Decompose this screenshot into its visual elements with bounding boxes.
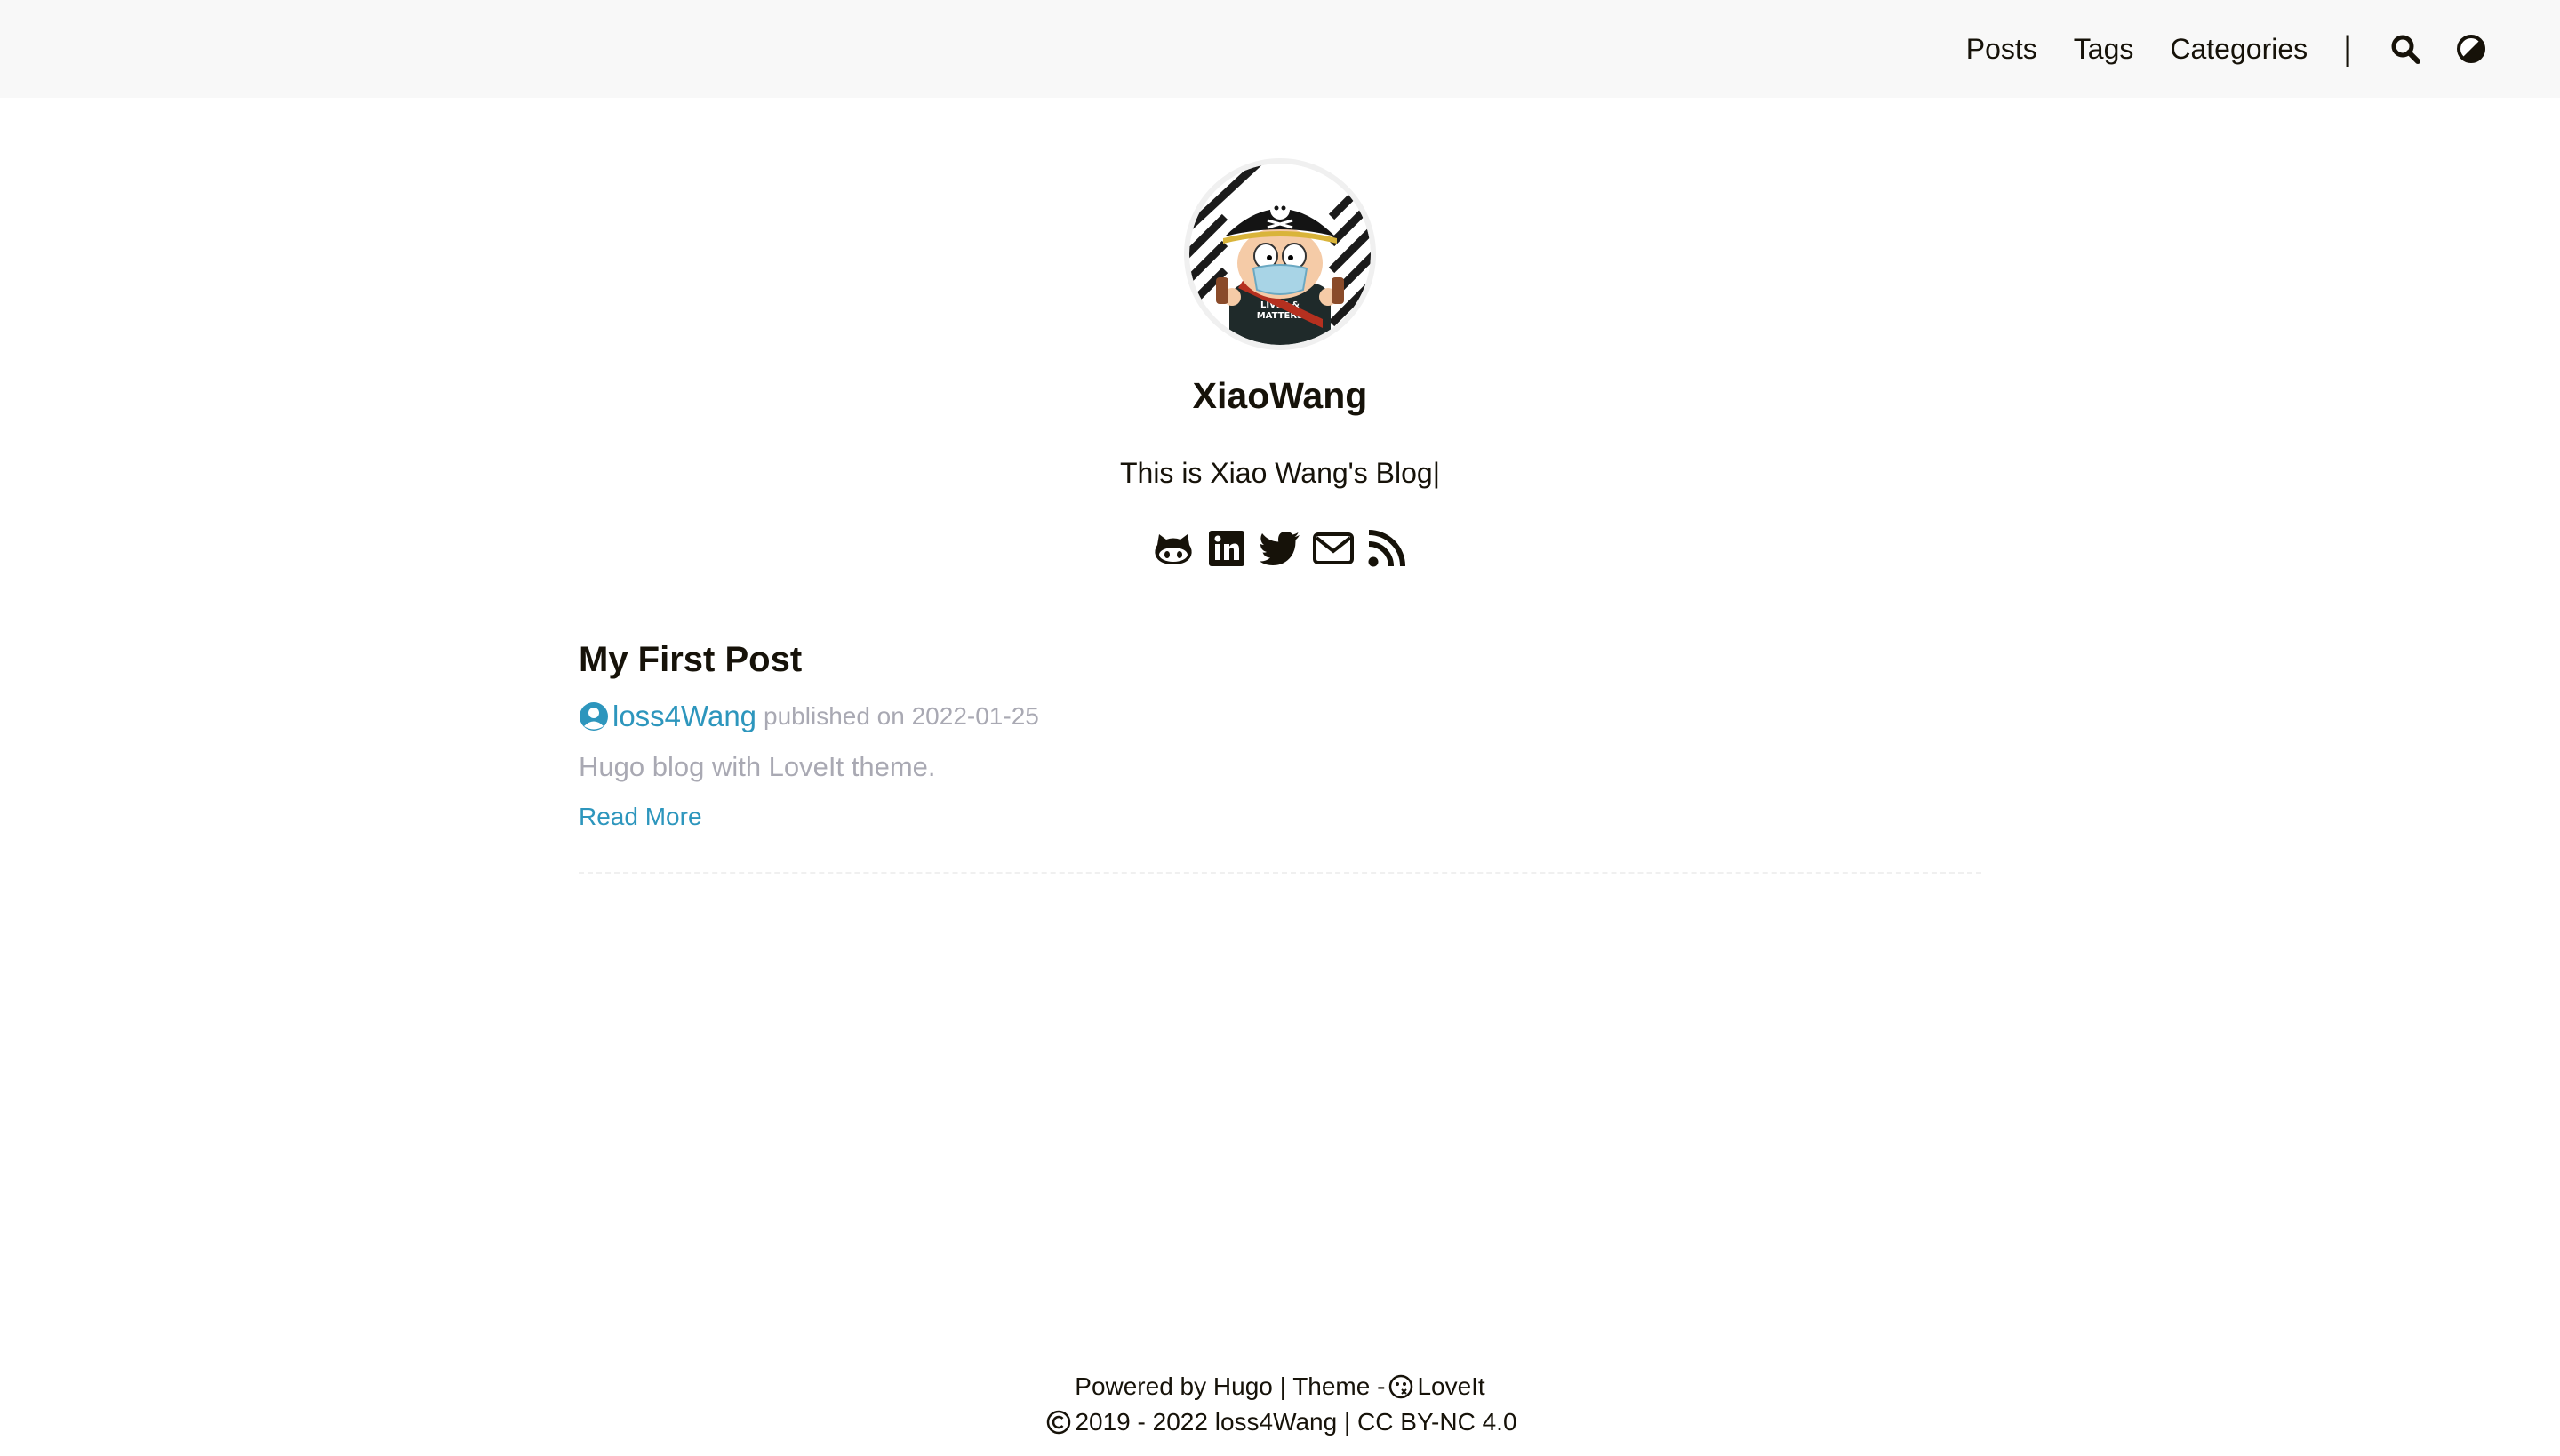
nav-separator: |: [2343, 29, 2352, 68]
copyright-icon: [1046, 1410, 1071, 1435]
site-subtitle: This is Xiao Wang's Blog|: [1119, 457, 1441, 489]
publish-date: published on 2022-01-25: [764, 702, 1039, 730]
theme-icon: [1388, 1374, 1413, 1399]
search-icon[interactable]: [2388, 31, 2423, 67]
theme-separator: | Theme -: [1279, 1372, 1386, 1400]
avatar-image: LIVES & MATTERS: [1189, 164, 1371, 345]
github-icon[interactable]: [1153, 528, 1194, 569]
site-header: Posts Tags Categories |: [0, 0, 2560, 98]
post-meta: loss4Wang published on 2022-01-25: [579, 700, 1981, 733]
footer-powered-line: Powered by Hugo | Theme - LoveIt: [0, 1369, 2560, 1404]
nav-posts[interactable]: Posts: [1966, 33, 2037, 66]
theme-link[interactable]: LoveIt: [1417, 1369, 1484, 1404]
email-icon[interactable]: [1313, 528, 1354, 569]
rss-icon[interactable]: [1366, 528, 1407, 569]
post-title[interactable]: My First Post: [579, 640, 802, 680]
footer-copyright-line: 2019 - 2022 loss4Wang | CC BY-NC 4.0: [0, 1404, 2560, 1440]
license-separator: |: [1343, 1408, 1351, 1436]
avatar[interactable]: LIVES & MATTERS: [1184, 158, 1376, 350]
site-title: XiaoWang: [1192, 375, 1368, 416]
twitter-icon[interactable]: [1260, 528, 1300, 569]
user-circle-icon: [579, 701, 609, 732]
main-nav: Posts Tags Categories |: [1966, 0, 2489, 98]
powered-by-text: Powered by: [1075, 1372, 1207, 1400]
copyright-years: 2019 - 2022: [1075, 1408, 1208, 1436]
social-links: [0, 528, 2560, 569]
linkedin-icon[interactable]: [1206, 528, 1247, 569]
post-excerpt: Hugo blog with LoveIt theme.: [579, 751, 936, 782]
nav-tags[interactable]: Tags: [2074, 33, 2134, 66]
read-more-link[interactable]: Read More: [579, 803, 702, 831]
hugo-link[interactable]: Hugo: [1213, 1369, 1273, 1404]
post-divider: [579, 872, 1981, 874]
author-name: loss4Wang: [612, 700, 757, 732]
author-link[interactable]: loss4Wang: [579, 700, 756, 733]
site-footer: Powered by Hugo | Theme - LoveIt 2019 - …: [0, 1369, 2560, 1440]
license-link[interactable]: CC BY-NC 4.0: [1357, 1404, 1516, 1440]
theme-switch-icon[interactable]: [2453, 31, 2489, 67]
owner-link[interactable]: loss4Wang: [1215, 1404, 1337, 1440]
post-summary: My First Post loss4Wang published on 202…: [579, 640, 1981, 831]
nav-categories[interactable]: Categories: [2170, 33, 2308, 66]
